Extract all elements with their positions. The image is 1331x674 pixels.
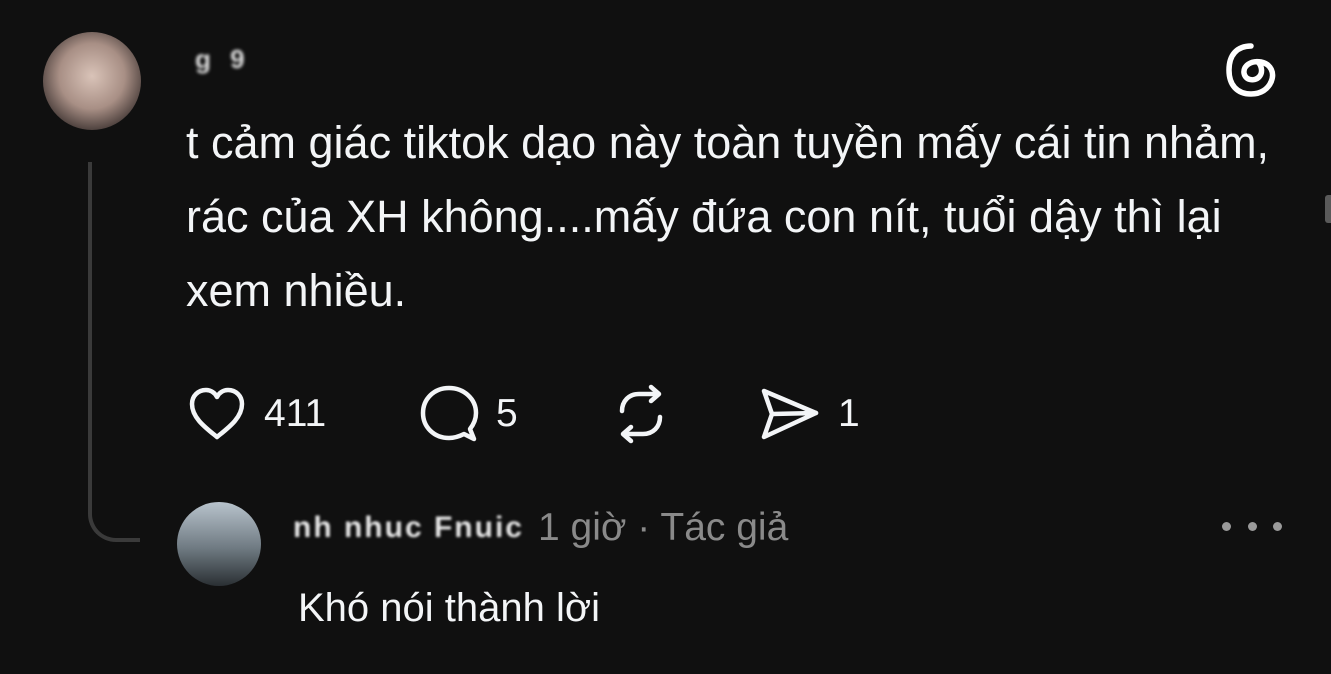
repost-icon	[619, 384, 663, 444]
reply-header: nh nhuc Fnuic 1 giờ · Tác giả	[293, 500, 788, 556]
reply-body-text: Khó nói thành lời	[298, 586, 600, 630]
more-dots-icon	[1222, 521, 1231, 531]
more-options-button[interactable]	[1222, 508, 1282, 544]
post-author-avatar[interactable]	[43, 32, 141, 130]
reply-author-username[interactable]: nh nhuc Fnuic	[293, 511, 524, 545]
post-body-text: t cảm giác tiktok dạo này toàn tuyền mấy…	[186, 117, 1270, 316]
threads-logo-icon[interactable]	[1221, 40, 1281, 100]
more-dot	[1247, 521, 1257, 531]
threads-post-view: g 9 t cảm giác tiktok dạo này toàn tuyền…	[0, 0, 1331, 674]
comment-count: 5	[496, 392, 518, 435]
comment-bubble-icon	[420, 385, 479, 442]
share-button[interactable]: 1	[758, 382, 860, 446]
comment-button[interactable]: 5	[418, 382, 518, 446]
scrollbar-thumb[interactable]	[1325, 195, 1331, 223]
like-count: 411	[264, 392, 327, 435]
thread-connector-line	[88, 162, 140, 542]
more-dot	[1273, 521, 1282, 531]
heart-icon	[189, 387, 245, 440]
share-count: 1	[838, 392, 860, 435]
send-icon	[761, 388, 819, 440]
repost-button[interactable]	[610, 382, 672, 446]
reply-author-avatar[interactable]	[177, 502, 261, 586]
post-author-username[interactable]: g 9	[195, 44, 575, 84]
like-button[interactable]: 411	[186, 382, 326, 446]
reply-timestamp-author-badge: 1 giờ · Tác giả	[537, 506, 789, 549]
